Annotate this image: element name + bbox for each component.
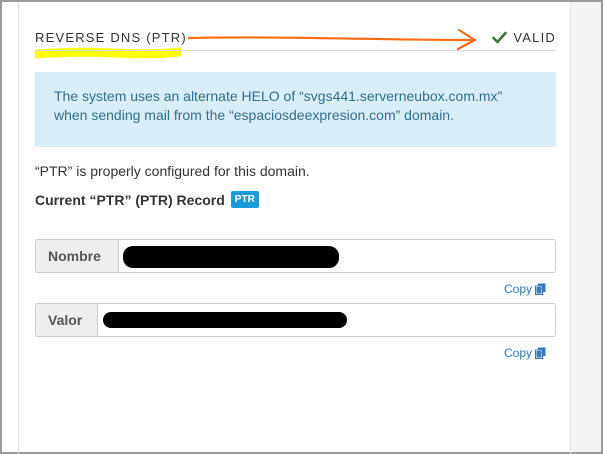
ptr-status-text: “PTR” is properly configured for this do…	[35, 163, 310, 179]
copy-valor-button[interactable]: Copy	[504, 346, 546, 360]
right-gutter	[571, 2, 601, 452]
copy-label: Copy	[504, 282, 533, 296]
ptr-badge: PTR	[230, 191, 259, 208]
copy-nombre-button[interactable]: Copy	[504, 282, 546, 296]
alert-line-2: when sending mail from the “espaciosdeex…	[54, 107, 454, 123]
section-title: REVERSE DNS (PTR)	[35, 30, 187, 45]
section-header: REVERSE DNS (PTR) VALID	[35, 28, 556, 51]
alert-line-1: The system uses an alternate HELO of “sv…	[54, 88, 503, 104]
status-valid: VALID	[492, 30, 556, 45]
redaction-mark	[123, 246, 339, 268]
valor-field: Valor	[35, 303, 556, 337]
redaction-mark	[103, 312, 347, 328]
nombre-field: Nombre	[35, 239, 556, 273]
copy-icon	[535, 283, 546, 295]
info-alert: The system uses an alternate HELO of “sv…	[35, 72, 556, 147]
valor-input[interactable]	[97, 303, 556, 337]
check-icon	[492, 31, 508, 44]
nombre-input[interactable]	[118, 239, 556, 273]
record-heading: Current “PTR” (PTR) Record PTR	[35, 191, 259, 208]
copy-icon	[535, 347, 546, 359]
dns-panel	[18, 2, 571, 454]
valor-label: Valor	[35, 303, 97, 337]
status-label: VALID	[513, 30, 556, 45]
nombre-label: Nombre	[35, 239, 118, 273]
record-title: Current “PTR” (PTR) Record	[35, 191, 225, 208]
copy-label: Copy	[504, 346, 533, 360]
